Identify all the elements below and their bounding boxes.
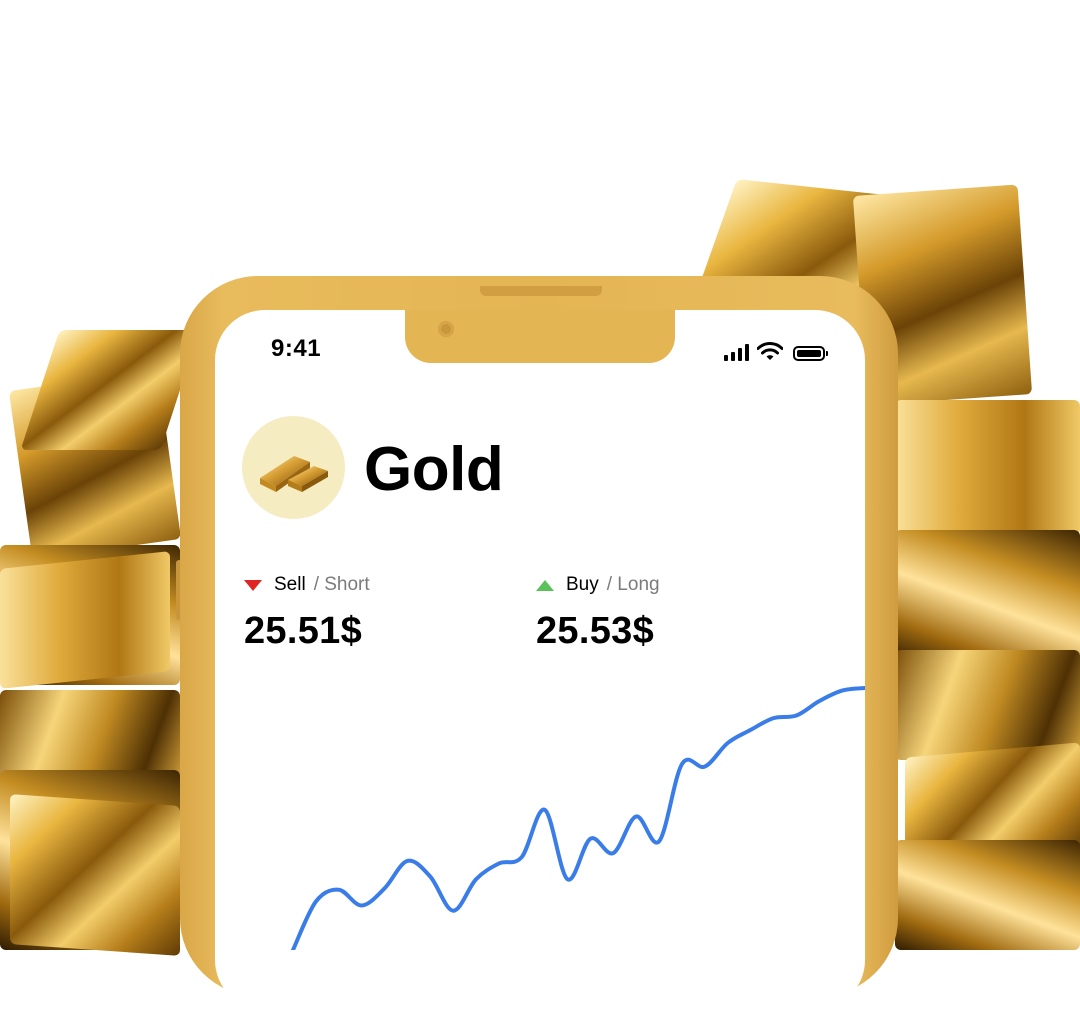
gold-bars-icon (260, 456, 328, 492)
asset-title: Gold (364, 435, 504, 504)
front-camera (438, 321, 454, 337)
sell-price: 25.51$ (244, 610, 363, 652)
buy-mode-label: / Long (606, 574, 660, 595)
wifi-icon (757, 342, 783, 360)
price-line (291, 686, 865, 950)
buy-quote[interactable]: Buy / Long 25.53$ (536, 574, 660, 653)
gold-avatar (242, 416, 345, 519)
sell-label: Sell (274, 574, 306, 595)
price-up-icon (536, 579, 554, 591)
battery-icon (793, 346, 828, 361)
price-chart (291, 686, 865, 950)
price-down-icon (244, 579, 262, 591)
buy-label: Buy (566, 574, 599, 595)
status-time: 9:41 (271, 335, 322, 362)
sell-mode-label: / Short (313, 574, 370, 595)
cellular-signal-icon (724, 343, 749, 361)
status-icons (724, 339, 828, 361)
sell-quote[interactable]: Sell / Short 25.51$ (244, 574, 370, 653)
phone-speaker (480, 286, 602, 296)
buy-price: 25.53$ (536, 610, 655, 652)
